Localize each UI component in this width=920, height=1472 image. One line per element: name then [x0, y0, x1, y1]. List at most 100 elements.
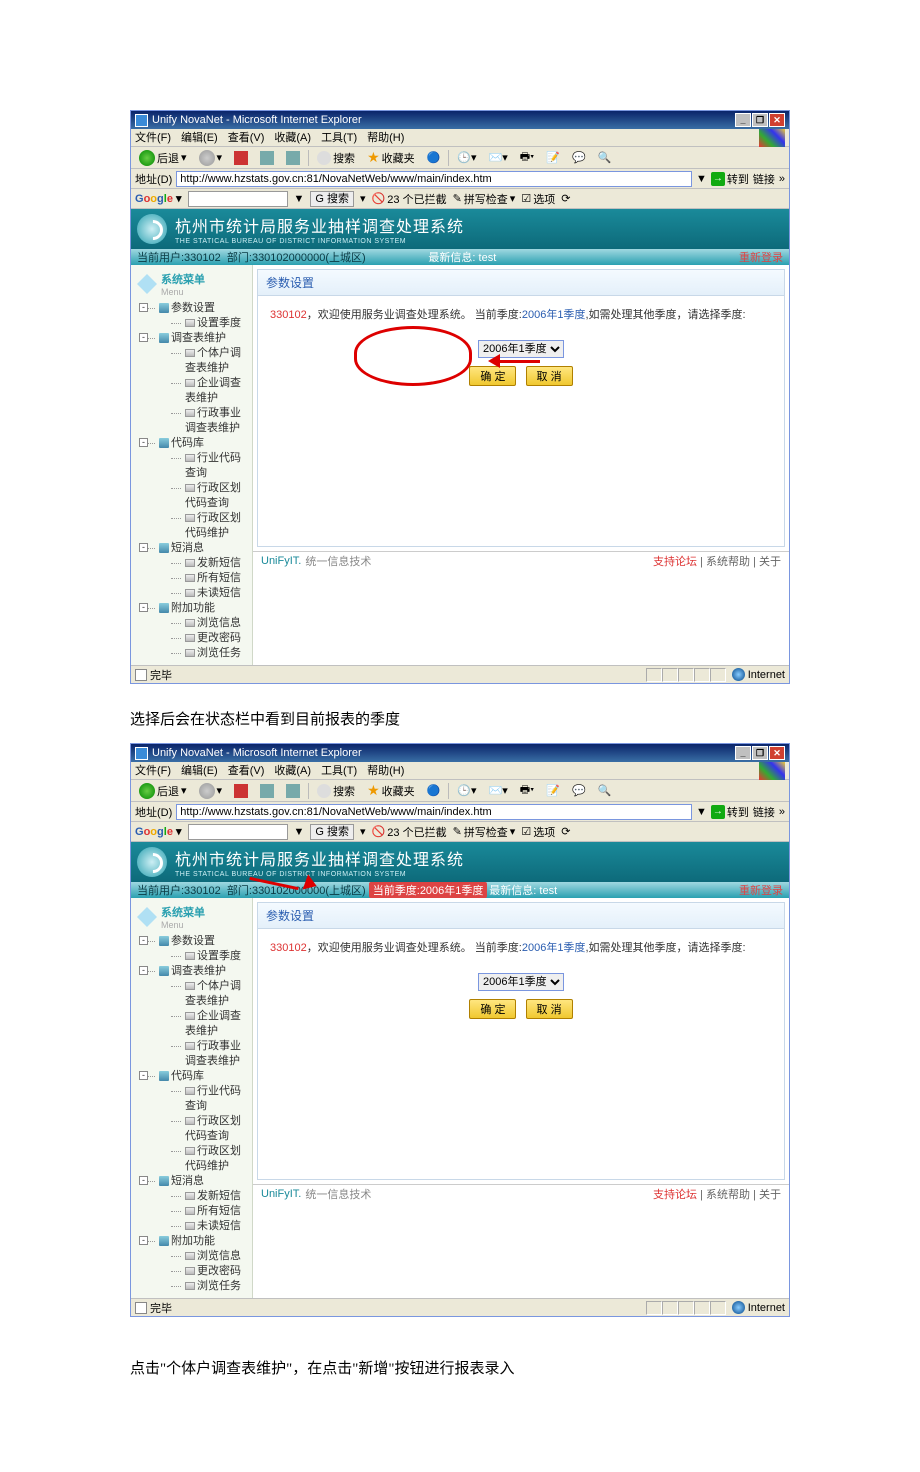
menu-favorites[interactable]: 收藏(A) — [274, 762, 311, 779]
tree-item-all-msg[interactable]: 所有短信 — [171, 571, 250, 586]
tree-item-set-quarter[interactable]: 设置季度 — [171, 949, 250, 964]
menu-edit[interactable]: 编辑(E) — [181, 129, 218, 146]
tree-item-region-query[interactable]: 行政区划代码查询 — [171, 1114, 250, 1144]
refresh-button[interactable] — [256, 149, 278, 167]
about-link[interactable]: 关于 — [759, 1189, 781, 1201]
maximize-button[interactable]: ❐ — [752, 113, 768, 127]
minimize-button[interactable]: _ — [735, 746, 751, 760]
ok-button[interactable]: 确 定 — [469, 999, 516, 1019]
history-button[interactable]: 🕒▾ — [453, 782, 480, 800]
url-input[interactable] — [176, 804, 692, 820]
research-button[interactable]: 🔍 — [594, 782, 616, 800]
menu-tools[interactable]: 工具(T) — [321, 129, 357, 146]
tree-item-individual[interactable]: 个体户调查表维护 — [171, 979, 250, 1009]
tree-group-extra[interactable]: -附加功能 浏览信息 更改密码 浏览任务 — [145, 601, 250, 661]
menu-help[interactable]: 帮助(H) — [367, 762, 404, 779]
media-button[interactable]: 🔵 — [423, 782, 445, 800]
tree-group-code[interactable]: -代码库 行业代码查询 行政区划代码查询 行政区划代码维护 — [145, 1069, 250, 1174]
google-search-input[interactable] — [188, 824, 288, 840]
url-input[interactable] — [176, 171, 692, 187]
home-button[interactable] — [282, 149, 304, 167]
tree-item-browse-task[interactable]: 浏览任务 — [171, 646, 250, 661]
tree-item-admin[interactable]: 行政事业调查表维护 — [171, 1039, 250, 1069]
ok-button[interactable]: 确 定 — [469, 366, 516, 386]
menu-help[interactable]: 帮助(H) — [367, 129, 404, 146]
tree-item-browse-info[interactable]: 浏览信息 — [171, 1249, 250, 1264]
mail-button[interactable]: ✉️▾ — [485, 149, 512, 167]
print-button[interactable]: 🖶▾ — [516, 149, 538, 167]
history-button[interactable]: 🕒▾ — [453, 149, 480, 167]
google-search-button[interactable]: G 搜索 — [310, 191, 354, 207]
tree-group-code[interactable]: -代码库 行业代码查询 行政区划代码查询 行政区划代码维护 — [145, 436, 250, 541]
print-button[interactable]: 🖶▾ — [516, 782, 538, 800]
popup-blocker[interactable]: 🚫 23 个已拦截 — [372, 824, 447, 840]
relogin-link[interactable]: 重新登录 — [739, 249, 783, 265]
google-options[interactable]: ☑ 选项 — [521, 824, 555, 840]
go-button[interactable]: →转到 — [711, 171, 749, 187]
tree-item-region-maintain[interactable]: 行政区划代码维护 — [171, 1144, 250, 1174]
home-button[interactable] — [282, 782, 304, 800]
edit-button[interactable]: 📝 — [542, 782, 564, 800]
forward-button[interactable]: ▾ — [195, 149, 227, 167]
search-button[interactable]: 搜索 — [313, 782, 359, 800]
tree-group-msg[interactable]: -短消息 发新短信 所有短信 未读短信 — [145, 1174, 250, 1234]
forum-link[interactable]: 支持论坛 — [653, 556, 697, 568]
stop-button[interactable] — [230, 782, 252, 800]
links-label[interactable]: 链接 — [753, 804, 775, 820]
tree-group-param[interactable]: -参数设置 设置季度 — [145, 934, 250, 964]
tree-item-all-msg[interactable]: 所有短信 — [171, 1204, 250, 1219]
menu-edit[interactable]: 编辑(E) — [181, 762, 218, 779]
cancel-button[interactable]: 取 消 — [526, 366, 573, 386]
url-dropdown[interactable]: ▼ — [696, 806, 707, 818]
tree-group-param[interactable]: -参数设置 设置季度 — [145, 301, 250, 331]
google-more[interactable]: ⟳ — [561, 192, 570, 205]
url-dropdown[interactable]: ▼ — [696, 173, 707, 185]
stop-button[interactable] — [230, 149, 252, 167]
tree-item-enterprise[interactable]: 企业调查表维护 — [171, 1009, 250, 1039]
back-button[interactable]: 后退 ▾ — [135, 782, 191, 800]
tree-item-individual[interactable]: 个体户调查表维护 — [171, 346, 250, 376]
tree-group-survey[interactable]: -调查表维护 个体户调查表维护 企业调查表维护 行政事业调查表维护 — [145, 331, 250, 436]
tree-item-new-msg[interactable]: 发新短信 — [171, 1189, 250, 1204]
tree-group-survey[interactable]: -调查表维护 个体户调查表维护 企业调查表维护 行政事业调查表维护 — [145, 964, 250, 1069]
cancel-button[interactable]: 取 消 — [526, 999, 573, 1019]
links-more[interactable]: » — [779, 173, 785, 185]
discuss-button[interactable]: 💬 — [568, 149, 590, 167]
quarter-select[interactable]: 2006年1季度 — [478, 973, 564, 991]
mail-button[interactable]: ✉️▾ — [485, 782, 512, 800]
tree-item-enterprise[interactable]: 企业调查表维护 — [171, 376, 250, 406]
edit-button[interactable]: 📝 — [542, 149, 564, 167]
tree-item-change-pwd[interactable]: 更改密码 — [171, 1264, 250, 1279]
quarter-select[interactable]: 2006年1季度 — [478, 340, 564, 358]
minimize-button[interactable]: _ — [735, 113, 751, 127]
refresh-button[interactable] — [256, 782, 278, 800]
forward-button[interactable]: ▾ — [195, 782, 227, 800]
tree-item-set-quarter[interactable]: 设置季度 — [171, 316, 250, 331]
tree-item-region-query[interactable]: 行政区划代码查询 — [171, 481, 250, 511]
discuss-button[interactable]: 💬 — [568, 782, 590, 800]
back-button[interactable]: 后退 ▾ — [135, 149, 191, 167]
tree-item-new-msg[interactable]: 发新短信 — [171, 556, 250, 571]
google-more[interactable]: ⟳ — [561, 825, 570, 838]
go-button[interactable]: →转到 — [711, 804, 749, 820]
tree-item-unread-msg[interactable]: 未读短信 — [171, 1219, 250, 1234]
tree-item-browse-task[interactable]: 浏览任务 — [171, 1279, 250, 1294]
help-link[interactable]: 系统帮助 — [706, 556, 750, 568]
tree-item-region-maintain[interactable]: 行政区划代码维护 — [171, 511, 250, 541]
research-button[interactable]: 🔍 — [594, 149, 616, 167]
google-search-input[interactable] — [188, 191, 288, 207]
close-button[interactable]: ✕ — [769, 746, 785, 760]
links-label[interactable]: 链接 — [753, 171, 775, 187]
relogin-link[interactable]: 重新登录 — [739, 882, 783, 898]
media-button[interactable]: 🔵 — [423, 149, 445, 167]
menu-view[interactable]: 查看(V) — [228, 762, 265, 779]
tree-item-industry-code[interactable]: 行业代码查询 — [171, 1084, 250, 1114]
about-link[interactable]: 关于 — [759, 556, 781, 568]
tree-group-msg[interactable]: -短消息 发新短信 所有短信 未读短信 — [145, 541, 250, 601]
google-search-button[interactable]: G 搜索 — [310, 824, 354, 840]
menu-file[interactable]: 文件(F) — [135, 129, 171, 146]
help-link[interactable]: 系统帮助 — [706, 1189, 750, 1201]
popup-blocker[interactable]: 🚫 23 个已拦截 — [372, 191, 447, 207]
favorites-button[interactable]: ★收藏夹 — [363, 149, 419, 167]
forum-link[interactable]: 支持论坛 — [653, 1189, 697, 1201]
